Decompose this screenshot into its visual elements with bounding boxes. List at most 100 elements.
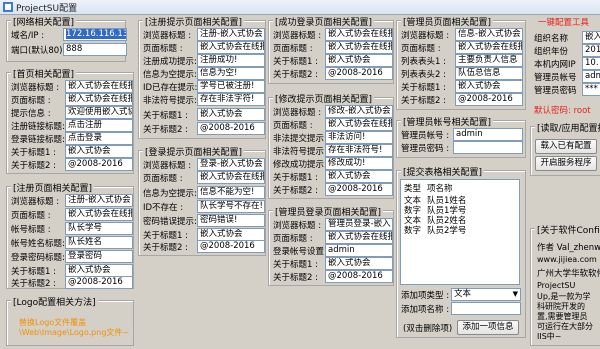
mod-input-5[interactable]: 嵌入式协会: [325, 170, 393, 183]
home-input-browser-title[interactable]: 嵌入式协会在线报: [65, 80, 133, 93]
rtip-label-0: 浏览器标题 :: [143, 31, 192, 41]
apage-input-5[interactable]: @2008-2016: [455, 93, 523, 106]
default-password-hint: 默认密码: root: [534, 106, 591, 116]
home-input-about1[interactable]: 嵌入式协会: [65, 145, 133, 158]
oneclick-panel: 组织名称 嵌入 组织年份 2016 本机内网IP 10. 管理员帐号 adm 管…: [528, 28, 600, 100]
reg-input-account[interactable]: 队长学号: [65, 222, 133, 235]
logo-hint-line2: \Web\Image\Logo.png文件~: [19, 328, 130, 337]
alog-input-4[interactable]: @2008-2016: [325, 270, 393, 283]
oneclick-input-year[interactable]: 2016: [582, 44, 600, 57]
rtip-input-0[interactable]: 注册-嵌入式协会: [197, 28, 265, 41]
oneclick-input-ip[interactable]: 10.: [582, 57, 600, 70]
load-config-button[interactable]: 载入已有配置: [535, 139, 597, 154]
apage-label-3: 列表表头2 :: [401, 70, 446, 80]
rtip-input-2[interactable]: 注册成功!: [197, 54, 265, 67]
add-type-select[interactable]: 文本 ▼: [451, 288, 521, 301]
reg-label-about2: 关于标题2 :: [11, 279, 56, 289]
mod-label-6: 关于标题2 :: [273, 186, 318, 196]
port-input[interactable]: 888: [63, 43, 127, 56]
ltip-input-6[interactable]: @2008-2016: [197, 240, 265, 253]
succ-input-1[interactable]: 嵌入式协会在线报: [325, 41, 393, 54]
alog-input-2[interactable]: admin: [325, 244, 393, 257]
rtip-input-6[interactable]: 嵌入式协会: [197, 108, 265, 121]
admin-account-input[interactable]: admin: [453, 128, 523, 141]
delete-hint: (双击删除项): [403, 324, 453, 334]
alog-label-3: 关于标题1 :: [273, 260, 318, 270]
home-label-hint: 提示信息 :: [11, 109, 51, 119]
reg-label-about1: 关于标题1 :: [11, 267, 56, 277]
about-line1: ProjectSU: [537, 281, 576, 290]
home-label-browser-title: 浏览器标题 :: [11, 83, 60, 93]
succ-input-0[interactable]: 嵌入式协会在线报: [325, 28, 393, 41]
add-item-button[interactable]: 添加一项信息: [457, 320, 519, 335]
list-item-type[interactable]: 数字: [404, 224, 421, 236]
submit-items-listbox[interactable]: 类型 项名称 文本 队员1姓名 数字 队员1学号 文本 队员2姓名 数字 队员2…: [400, 179, 520, 285]
domain-input[interactable]: 172.16.116.132: [63, 28, 127, 41]
oneclick-label-year: 组织年份: [534, 47, 569, 57]
alog-input-0[interactable]: 管理员登录-嵌入: [325, 218, 393, 231]
ltip-input-4[interactable]: 密码错误!: [197, 214, 265, 227]
oneclick-input-account[interactable]: adm: [582, 70, 600, 83]
home-input-hint[interactable]: 欢迎使用嵌入式协: [65, 106, 133, 119]
oneclick-input-password[interactable]: ***: [582, 83, 600, 96]
ltip-input-1[interactable]: 嵌入式协会在线报: [197, 171, 265, 184]
alog-input-1[interactable]: 嵌入式协会在线报: [325, 231, 393, 244]
admin-password-label: 管理员密码 :: [401, 144, 450, 154]
admin-page-config-title: [管理员页面相关配置]: [401, 15, 494, 28]
start-service-button[interactable]: 开启服务程序: [535, 156, 597, 171]
rtip-label-3: 信息为空提示:: [143, 70, 197, 80]
apage-input-2[interactable]: 主要负责人信息: [455, 54, 523, 67]
ltip-input-2[interactable]: 信息不能为空!: [197, 186, 265, 199]
col-header-type[interactable]: 类型: [404, 182, 421, 194]
rtip-input-3[interactable]: 信息为空!: [197, 67, 265, 80]
reg-input-account-name[interactable]: 队长姓名: [65, 236, 133, 249]
col-header-name[interactable]: 项名称: [427, 182, 453, 194]
oneclick-input-org[interactable]: 嵌入: [582, 31, 600, 44]
rtip-input-7[interactable]: @2008-2016: [197, 122, 265, 135]
rtip-input-4[interactable]: 学号已被注册!: [197, 80, 265, 93]
home-label-page-title: 页面标题 :: [11, 96, 51, 106]
add-name-input[interactable]: [451, 302, 521, 315]
home-label-about2: 关于标题2 :: [11, 161, 56, 171]
admin-password-input[interactable]: [453, 141, 523, 154]
mod-input-6[interactable]: @2008-2016: [325, 183, 393, 196]
oneclick-label-org: 组织名称: [534, 34, 569, 44]
oneclick-title: 一键配置工具: [538, 18, 590, 28]
list-item-name[interactable]: 队员2学号: [427, 224, 466, 236]
apage-input-1[interactable]: 嵌入式协会在线报: [455, 41, 523, 54]
succ-input-3[interactable]: @2008-2016: [325, 67, 393, 80]
read-apply-group: [读取/应用配置操作 载入已有配置 开启服务程序: [530, 121, 600, 176]
mod-input-2[interactable]: 非法访问!: [325, 131, 393, 144]
home-input-page-title[interactable]: 嵌入式协会在线报: [65, 93, 133, 106]
apage-input-3[interactable]: 队伍总信息: [455, 67, 523, 80]
alog-input-3[interactable]: 嵌入式协会: [325, 257, 393, 270]
apage-input-4[interactable]: 嵌入式协会: [455, 80, 523, 93]
home-input-about2[interactable]: @2008-2016: [65, 158, 133, 171]
ltip-input-3[interactable]: 队长学号不存在!: [197, 200, 265, 213]
mod-input-3[interactable]: 存在非法符号!: [325, 144, 393, 157]
reg-input-page-title[interactable]: 嵌入式协会在线报: [65, 208, 133, 221]
ltip-input-0[interactable]: 登录-嵌入式协会: [197, 158, 265, 171]
home-input-login-link[interactable]: 点击登录: [65, 132, 133, 145]
window-title: ProjectSU配置: [16, 4, 78, 14]
home-input-register-link[interactable]: 点击注册: [65, 119, 133, 132]
alog-label-1: 页面标题 :: [273, 234, 313, 244]
reg-input-about2[interactable]: @2008-2016: [65, 276, 133, 289]
mod-label-5: 关于标题1 :: [273, 173, 318, 183]
alog-label-4: 关于标题2 :: [273, 273, 318, 283]
logo-config-group: [Logo配置相关方法] 替换Logo文件覆盖 \Web\Image\Logo.…: [6, 295, 134, 346]
register-tip-config-group: [注册提示页面相关配置] 浏览器标题 : 注册-嵌入式协会 页面标题 : 嵌入式…: [138, 15, 266, 139]
apage-label-4: 关于标题1 :: [401, 83, 446, 93]
mod-input-1[interactable]: 嵌入式协会在线报: [325, 118, 393, 131]
apage-label-5: 关于标题2 :: [401, 96, 446, 106]
rtip-input-5[interactable]: 存在非法字符!: [197, 93, 265, 106]
rtip-input-1[interactable]: 嵌入式协会在线报: [197, 41, 265, 54]
succ-input-2[interactable]: 嵌入式协会: [325, 54, 393, 67]
apage-input-0[interactable]: 信息-嵌入式协会: [455, 28, 523, 41]
mod-input-4[interactable]: 修改成功!: [325, 157, 393, 170]
reg-input-password[interactable]: 登录密码: [65, 250, 133, 263]
about-title: [关于软件Config2016: [535, 223, 600, 236]
apage-label-0: 浏览器标题 :: [401, 31, 450, 41]
mod-input-0[interactable]: 修改-嵌入式协会: [325, 105, 393, 118]
reg-input-browser-title[interactable]: 注册-嵌入式协会: [65, 194, 133, 207]
